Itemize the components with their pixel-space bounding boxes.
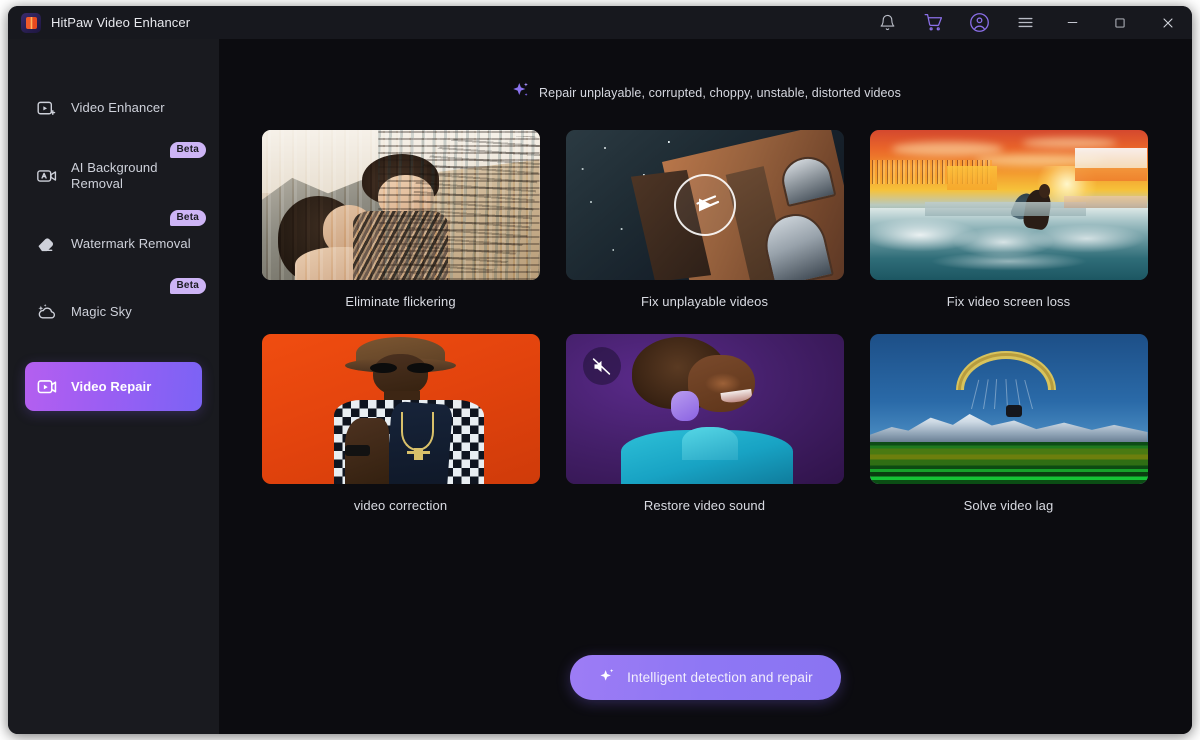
sparkle-icon: [598, 667, 616, 688]
repair-card-restore-video-sound[interactable]: Restore video sound: [565, 334, 844, 538]
repair-card-fix-video-screen-loss[interactable]: Fix video screen loss: [869, 130, 1148, 334]
thumbnail-art: [261, 130, 540, 280]
sidebar-item-label: Magic Sky: [71, 304, 132, 319]
shopping-cart-icon[interactable]: [910, 6, 956, 39]
card-thumbnail[interactable]: [261, 334, 540, 484]
hint-text: Repair unplayable, corrupted, choppy, un…: [539, 86, 901, 100]
sidebar-item-label: Watermark Removal: [71, 236, 191, 251]
notification-bell-icon[interactable]: [864, 6, 910, 39]
play-icon: [673, 174, 736, 236]
sidebar: Video Enhancer AI Background Removal Bet…: [8, 39, 219, 734]
card-label: Eliminate flickering: [345, 294, 456, 309]
eraser-icon: [36, 233, 62, 255]
card-label: Restore video sound: [643, 498, 766, 513]
video-enhance-icon: [36, 98, 62, 119]
cta-label: Intelligent detection and repair: [627, 670, 813, 685]
sidebar-item-label: Video Repair: [71, 378, 152, 394]
sidebar-item-magic-sky[interactable]: Magic Sky Beta: [25, 278, 206, 334]
mute-icon: [582, 347, 621, 385]
title-bar: HitPaw Video Enhancer: [8, 6, 1192, 39]
beta-badge: Beta: [169, 210, 206, 226]
intelligent-detection-and-repair-button[interactable]: Intelligent detection and repair: [570, 655, 841, 700]
card-label: video correction: [353, 498, 448, 513]
beta-badge: Beta: [169, 142, 206, 158]
cta-container: Intelligent detection and repair: [219, 655, 1192, 700]
main-panel: Repair unplayable, corrupted, choppy, un…: [219, 39, 1192, 734]
repair-options-grid: Eliminate flickering Fix unplayable vide…: [261, 130, 1150, 538]
maximize-button[interactable]: [1096, 6, 1144, 39]
repair-card-solve-video-lag[interactable]: Solve video lag: [869, 334, 1148, 538]
thumbnail-art: [869, 130, 1148, 280]
sidebar-item-ai-background-removal[interactable]: AI Background Removal Beta: [25, 142, 206, 198]
card-thumbnail[interactable]: [565, 334, 844, 484]
card-label: Fix video screen loss: [946, 294, 1071, 309]
card-thumbnail[interactable]: [261, 130, 540, 280]
card-label: Fix unplayable videos: [640, 294, 769, 309]
app-title: HitPaw Video Enhancer: [51, 15, 191, 30]
card-thumbnail[interactable]: [565, 130, 844, 280]
card-thumbnail[interactable]: [869, 130, 1148, 280]
repair-card-video-correction[interactable]: video correction: [261, 334, 540, 538]
hamburger-menu-icon[interactable]: [1002, 6, 1048, 39]
hitpaw-logo-icon: [21, 12, 41, 33]
card-thumbnail[interactable]: [869, 334, 1148, 484]
ai-camera-icon: [36, 165, 62, 187]
sidebar-item-label: AI Background Removal: [71, 160, 158, 191]
sidebar-item-watermark-removal[interactable]: Watermark Removal Beta: [25, 210, 206, 266]
sidebar-item-video-repair[interactable]: Video Repair: [25, 362, 202, 411]
close-button[interactable]: [1144, 6, 1192, 39]
titlebar-actions: [864, 6, 1192, 39]
video-repair-icon: [36, 376, 62, 398]
sparkle-icon: [510, 80, 531, 106]
user-account-icon[interactable]: [956, 6, 1002, 39]
app-window: HitPaw Video Enhancer Video Enhancer AI …: [8, 6, 1192, 734]
sidebar-item-video-enhancer[interactable]: Video Enhancer: [25, 86, 202, 130]
thumbnail-art: [261, 334, 540, 484]
thumbnail-art: [869, 334, 1148, 484]
sidebar-item-label: Video Enhancer: [71, 100, 165, 115]
repair-card-eliminate-flickering[interactable]: Eliminate flickering: [261, 130, 540, 334]
repair-card-fix-unplayable-videos[interactable]: Fix unplayable videos: [565, 130, 844, 334]
beta-badge: Beta: [169, 278, 206, 294]
cloud-sparkle-icon: [36, 301, 62, 323]
minimize-button[interactable]: [1048, 6, 1096, 39]
card-label: Solve video lag: [963, 498, 1054, 513]
hint-banner: Repair unplayable, corrupted, choppy, un…: [219, 80, 1192, 106]
